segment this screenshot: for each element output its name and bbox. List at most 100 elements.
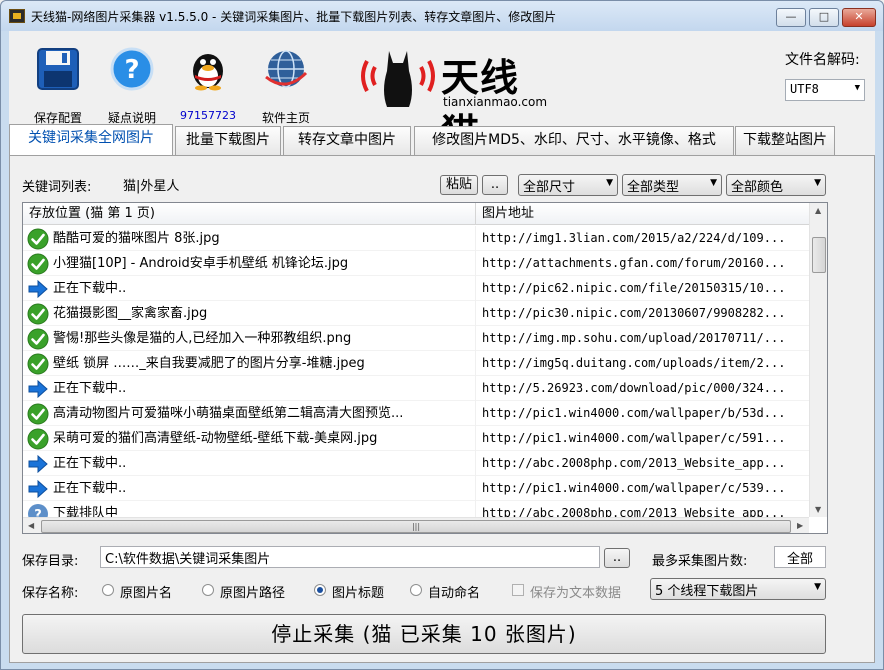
table-row[interactable]: 正在下载中.. http://5.26923.com/download/pic/0…: [23, 376, 809, 401]
table-row[interactable]: 正在下载中.. http://pic62.nipic.com/file/20150…: [23, 276, 809, 301]
table-row[interactable]: 正在下载中.. http://pic1.win4000.com/wallpaper…: [23, 476, 809, 501]
option-auto-name[interactable]: 自动命名: [428, 582, 480, 601]
paste-button[interactable]: 粘贴: [440, 175, 478, 195]
question-icon: ?: [110, 47, 154, 91]
horizontal-scrollbar[interactable]: ◀ ||| ▶: [23, 517, 809, 533]
decode-label: 文件名解码:: [785, 52, 860, 68]
vertical-scroll-thumb[interactable]: [812, 237, 826, 273]
row-url: http://pic62.nipic.com/file/20150315/10.…: [475, 276, 809, 301]
row-url: http://attachments.gfan.com/forum/20160.…: [475, 251, 809, 276]
floppy-disk-icon: [37, 48, 79, 90]
table-row[interactable]: 酷酷可爱的猫咪图片 8张.jpg http://img1.3lian.com/20…: [23, 226, 809, 251]
tab-modify-images[interactable]: 修改图片MD5、水印、尺寸、水平镜像、格式: [414, 126, 734, 155]
stop-collect-button[interactable]: 停止采集 (猫 已采集 10 张图片): [22, 614, 826, 654]
radio-original-name[interactable]: [102, 584, 114, 596]
save-dir-browse-button[interactable]: ..: [604, 548, 630, 568]
table-row[interactable]: 呆萌可爱的猫们高清壁纸-动物壁纸-壁纸下载-美桌网.jpg http://pic1…: [23, 426, 809, 451]
logo-english: tianxianmao.com: [443, 95, 548, 109]
row-location: 正在下载中..: [53, 281, 127, 296]
keyword-browse-button[interactable]: ..: [482, 175, 508, 195]
scroll-left-icon[interactable]: ◀: [28, 521, 34, 530]
decode-select[interactable]: UTF8 ▼: [785, 79, 865, 101]
threads-value: 5 个线程下载图片: [655, 584, 759, 599]
app-icon: [9, 9, 25, 23]
table-row[interactable]: 正在下载中.. http://abc.2008php.com/2013_Websi…: [23, 451, 809, 476]
type-filter-select[interactable]: 全部类型 ▼: [622, 174, 722, 196]
row-location: 壁纸 锁屏 ……_来自我要减肥了的图片分享-堆糖.jpeg: [53, 356, 365, 371]
maximize-button[interactable]: □: [809, 8, 839, 27]
save-config-button[interactable]: 保存配置: [23, 41, 93, 125]
type-filter-value: 全部类型: [627, 180, 680, 195]
image-list[interactable]: 存放位置 (猫 第 1 页) 图片地址 酷酷可爱的猫咪图片 8张.jpg http…: [22, 202, 828, 534]
list-header: 存放位置 (猫 第 1 页) 图片地址: [23, 203, 809, 225]
row-url: http://img1.3lian.com/2015/a2/224/d/109.…: [475, 226, 809, 251]
max-images-input[interactable]: 全部: [774, 546, 826, 568]
row-location: 花猫摄影图__家禽家畜.jpg: [53, 306, 208, 321]
table-row[interactable]: 高清动物图片可爱猫咪小萌猫桌面壁纸第二辑高清大图预览... http://pic1…: [23, 401, 809, 426]
table-row[interactable]: 警惕!那些头像是猫的人,已经加入一种邪教组织.png http://img.mp.…: [23, 326, 809, 351]
size-filter-select[interactable]: 全部尺寸 ▼: [518, 174, 618, 196]
option-image-title[interactable]: 图片标题: [332, 582, 384, 601]
row-url: http://abc.2008php.com/2013_Website_app.…: [475, 451, 809, 476]
vertical-scrollbar[interactable]: ▲ ▼: [809, 203, 827, 517]
qq-number: 97157723: [180, 109, 236, 122]
row-location: 小狸猫[10P] - Android安卓手机壁纸 机锋论坛.jpg: [53, 256, 349, 271]
scroll-up-icon[interactable]: ▲: [815, 206, 821, 215]
chevron-down-icon: ▼: [606, 178, 613, 188]
column-header-location[interactable]: 存放位置 (猫 第 1 页): [23, 203, 475, 225]
minimize-button[interactable]: —: [776, 8, 806, 27]
row-location: 警惕!那些头像是猫的人,已经加入一种邪教组织.png: [53, 331, 352, 346]
tab-site-download[interactable]: 下载整站图片: [735, 126, 835, 155]
radio-auto-name[interactable]: [410, 584, 422, 596]
chevron-down-icon: ▼: [710, 178, 717, 188]
save-dir-label: 保存目录:: [22, 554, 79, 569]
table-row[interactable]: 壁纸 锁屏 ……_来自我要减肥了的图片分享-堆糖.jpeg http://img5…: [23, 351, 809, 376]
keyword-list-label: 关键词列表:: [22, 180, 92, 195]
threads-select[interactable]: 5 个线程下载图片 ▼: [650, 578, 826, 600]
help-button[interactable]: ? 疑点说明: [97, 41, 167, 125]
radio-original-path[interactable]: [202, 584, 214, 596]
save-text-data-checkbox[interactable]: [512, 584, 524, 596]
tab-batch-download[interactable]: 批量下载图片: [175, 126, 281, 155]
radio-image-title[interactable]: [314, 584, 326, 596]
horizontal-scroll-thumb[interactable]: |||: [41, 520, 791, 533]
tab-article-images[interactable]: 转存文章中图片: [283, 126, 411, 155]
table-row[interactable]: 小狸猫[10P] - Android安卓手机壁纸 机锋论坛.jpg http://…: [23, 251, 809, 276]
row-url: http://pic1.win4000.com/wallpaper/c/591.…: [475, 426, 809, 451]
row-url: http://5.26923.com/download/pic/000/324.…: [475, 376, 809, 401]
decode-value: UTF8: [790, 82, 819, 96]
save-text-data-label: 保存为文本数据: [530, 586, 622, 601]
tab-panel: 关键词列表: 猫|外星人 粘贴 .. 全部尺寸 ▼ 全部类型 ▼ 全部颜色 ▼: [9, 155, 875, 663]
title-bar[interactable]: 天线猫-网络图片采集器 v1.5.5.0 - 关键词采集图片、批量下载图片列表、…: [1, 1, 883, 31]
homepage-button[interactable]: 软件主页: [251, 41, 321, 125]
size-filter-value: 全部尺寸: [523, 180, 576, 195]
row-location: 正在下载中..: [53, 456, 127, 471]
save-dir-input[interactable]: C:\软件数据\关键词采集图片: [100, 546, 600, 568]
keyword-input[interactable]: 猫|外星人: [118, 173, 438, 195]
row-url: http://pic1.win4000.com/wallpaper/c/539.…: [475, 476, 809, 501]
option-original-path[interactable]: 原图片路径: [220, 582, 285, 601]
tab-bar: 关键词采集全网图片 批量下载图片 转存文章中图片 修改图片MD5、水印、尺寸、水…: [9, 124, 875, 156]
table-row[interactable]: 花猫摄影图__家禽家畜.jpg http://pic30.nipic.com/20…: [23, 301, 809, 326]
close-button[interactable]: ✕: [842, 8, 876, 27]
row-url: http://img.mp.sohu.com/upload/20170711/.…: [475, 326, 809, 351]
color-filter-select[interactable]: 全部颜色 ▼: [726, 174, 826, 196]
save-name-label: 保存名称:: [22, 586, 79, 601]
row-location: 正在下载中..: [53, 481, 127, 496]
chevron-down-icon: ▼: [854, 83, 860, 93]
row-location: 高清动物图片可爱猫咪小萌猫桌面壁纸第二辑高清大图预览...: [53, 406, 404, 421]
chevron-down-icon: ▼: [814, 178, 821, 188]
brand-logo: 天线猫 tianxianmao.com: [353, 41, 553, 155]
row-location: 呆萌可爱的猫们高清壁纸-动物壁纸-壁纸下载-美桌网.jpg: [53, 431, 378, 446]
tab-keyword-collect[interactable]: 关键词采集全网图片: [9, 124, 173, 156]
scroll-right-icon[interactable]: ▶: [797, 521, 803, 530]
scroll-down-icon[interactable]: ▼: [815, 505, 821, 514]
qq-button[interactable]: 97157723: [173, 41, 243, 122]
globe-icon: [265, 50, 308, 88]
column-header-url[interactable]: 图片地址: [475, 203, 809, 225]
row-url: http://img5q.duitang.com/uploads/item/2.…: [475, 351, 809, 376]
row-url: http://pic30.nipic.com/20130607/9908282.…: [475, 301, 809, 326]
color-filter-value: 全部颜色: [731, 180, 784, 195]
svg-text:?: ?: [124, 55, 139, 85]
option-original-name[interactable]: 原图片名: [120, 582, 172, 601]
